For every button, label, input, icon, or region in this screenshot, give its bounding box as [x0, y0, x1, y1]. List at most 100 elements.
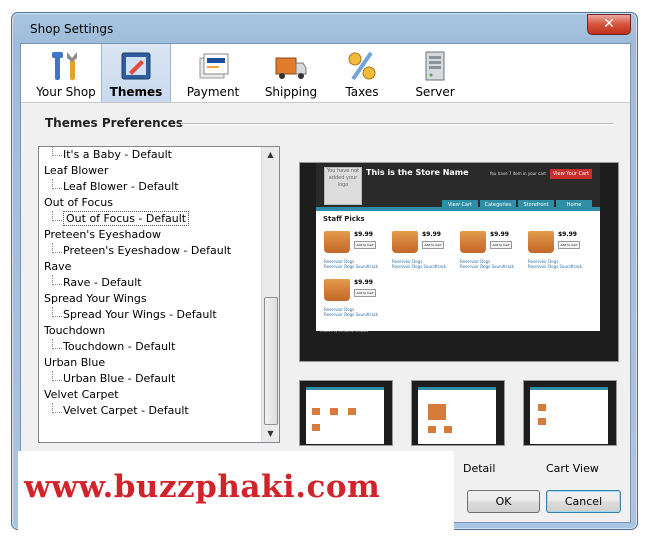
settings-toolbar: Your Shop Themes Payment Shipping Taxes …	[21, 44, 630, 103]
thumbnail-cart-view[interactable]	[523, 380, 617, 446]
tree-connector	[52, 147, 62, 156]
tab-themes[interactable]: Themes	[101, 44, 171, 102]
theme-item-label: Velvet Carpet	[44, 388, 119, 401]
theme-variant-item[interactable]: Velvet Carpet - Default	[39, 403, 261, 419]
thumb-product-icon	[348, 408, 356, 415]
thumb-product-icon	[428, 404, 446, 420]
theme-group-item[interactable]: Touchdown	[39, 323, 261, 339]
theme-item-label: Preteen's Eyeshadow - Default	[63, 244, 232, 257]
thumb-product-icon	[538, 404, 546, 411]
theme-variant-item[interactable]: Touchdown - Default	[39, 339, 261, 355]
tools-icon	[52, 52, 77, 80]
theme-variant-item[interactable]: Out of Focus - Default	[39, 211, 261, 227]
product-price: $9.99	[354, 231, 373, 238]
tab-label: Payment	[186, 85, 240, 99]
tab-shipping[interactable]: Shipping	[253, 44, 329, 102]
section-divider	[181, 123, 613, 125]
preview-heading: Staff Picks	[323, 215, 365, 223]
ok-button[interactable]: OK	[467, 490, 540, 513]
tab-payment[interactable]: Payment	[175, 44, 251, 102]
tree-connector	[52, 243, 62, 253]
theme-item-label: Out of Focus - Default	[63, 211, 190, 226]
tab-your-shop[interactable]: Your Shop	[31, 44, 101, 102]
tree-connector	[52, 307, 62, 317]
product-bag-icon	[392, 231, 418, 253]
thumbnail-content	[530, 387, 608, 444]
product-bag-icon	[324, 279, 350, 301]
theme-group-item[interactable]: Preteen's Eyeshadow	[39, 227, 261, 243]
preview-body: Staff Picks $9.99 Add to Cart Reservoir …	[316, 207, 600, 331]
theme-item-label: Touchdown	[44, 324, 106, 337]
theme-group-item[interactable]: Out of Focus	[39, 195, 261, 211]
theme-variant-item[interactable]: It's a Baby - Default	[39, 147, 261, 163]
percent-icon	[348, 51, 376, 81]
tree-connector	[52, 339, 62, 349]
theme-group-item[interactable]: Rave	[39, 259, 261, 275]
thumb-product-icon	[444, 426, 452, 433]
product-price: $9.99	[558, 231, 577, 238]
tab-server[interactable]: Server	[399, 44, 471, 102]
theme-item-label: Urban Blue	[44, 356, 106, 369]
product-bag-icon	[324, 231, 350, 253]
product-price: $9.99	[354, 279, 373, 286]
thumbnail-content	[306, 387, 384, 444]
tree-connector	[52, 371, 62, 381]
preview-product: $9.99 Add to Cart Reservoir Dogs Reservoi…	[392, 231, 452, 275]
payment-icon	[199, 53, 229, 79]
theme-variant-item[interactable]: Urban Blue - Default	[39, 371, 261, 387]
theme-group-item[interactable]: Spread Your Wings	[39, 291, 261, 307]
title-bar[interactable]: Shop Settings ✕	[12, 13, 637, 43]
preview-product: $9.99 Add to Cart Reservoir Dogs Reservoi…	[528, 231, 588, 275]
theme-preview-large: You have not added your logo This is the…	[299, 162, 619, 362]
cancel-button[interactable]: Cancel	[546, 490, 621, 513]
thumbnail-detail[interactable]	[411, 380, 505, 446]
close-button[interactable]: ✕	[587, 14, 631, 35]
tab-label: Your Shop	[36, 85, 96, 99]
thumbnail-content	[418, 387, 496, 444]
preview-product: $9.99 Add to Cart Reservoir Dogs Reservoi…	[324, 279, 384, 323]
themes-icon	[121, 52, 151, 80]
product-add-button: Add to Cart	[422, 241, 444, 249]
theme-variant-item[interactable]: Rave - Default	[39, 275, 261, 291]
preview-store-name: This is the Store Name	[366, 168, 469, 177]
theme-item-label: Spread Your Wings - Default	[63, 308, 217, 321]
watermark-text: www.buzzphaki.com	[24, 469, 381, 505]
tab-taxes[interactable]: Taxes	[326, 44, 398, 102]
theme-group-item[interactable]: Velvet Carpet	[39, 387, 261, 403]
theme-item-label: Urban Blue - Default	[63, 372, 176, 385]
theme-variant-item[interactable]: Spread Your Wings - Default	[39, 307, 261, 323]
theme-tree-list[interactable]: It's a Baby - Default Leaf Blower Leaf Blo…	[38, 146, 280, 443]
theme-item-label: Leaf Blower	[44, 164, 109, 177]
preview-header: You have not added your logo This is the…	[316, 163, 600, 210]
product-price: $9.99	[422, 231, 441, 238]
theme-item-label: Leaf Blower - Default	[63, 180, 179, 193]
tree-connector	[52, 211, 62, 221]
tab-label: Taxes	[345, 85, 379, 99]
watermark-banner: www.buzzphaki.com	[18, 451, 454, 530]
window-title: Shop Settings	[30, 22, 114, 36]
section-title: Themes Preferences	[45, 116, 184, 130]
thumbnail-storefront[interactable]	[299, 380, 393, 446]
scroll-thumb[interactable]	[264, 297, 278, 425]
thumbnail-label-detail: Detail	[463, 462, 496, 475]
preview-footer: Powered by CoffeeCup Software	[320, 329, 369, 333]
tree-connector	[52, 403, 62, 413]
scroll-up-arrow-icon[interactable]: ▲	[262, 147, 279, 163]
theme-group-item[interactable]: Urban Blue	[39, 355, 261, 371]
theme-group-item[interactable]: Leaf Blower	[39, 163, 261, 179]
theme-variant-item[interactable]: Leaf Blower - Default	[39, 179, 261, 195]
theme-item-label: It's a Baby - Default	[63, 148, 172, 161]
list-scrollbar[interactable]: ▲ ▼	[261, 147, 279, 442]
theme-item-label: Spread Your Wings	[44, 292, 147, 305]
product-name: Reservoir Dogs Reservoir Dogs Soundtrack	[528, 259, 583, 269]
theme-variant-item[interactable]: Preteen's Eyeshadow - Default	[39, 243, 261, 259]
thumbnail-label-cart-view: Cart View	[546, 462, 599, 475]
preview-logo-placeholder: You have not added your logo	[324, 167, 362, 205]
product-add-button: Add to Cart	[558, 241, 580, 249]
product-price: $9.99	[490, 231, 509, 238]
tree-connector	[52, 275, 62, 285]
tab-label: Themes	[109, 85, 163, 99]
theme-item-label: Preteen's Eyeshadow	[44, 228, 161, 241]
thumb-product-icon	[330, 408, 338, 415]
scroll-down-arrow-icon[interactable]: ▼	[262, 426, 279, 442]
